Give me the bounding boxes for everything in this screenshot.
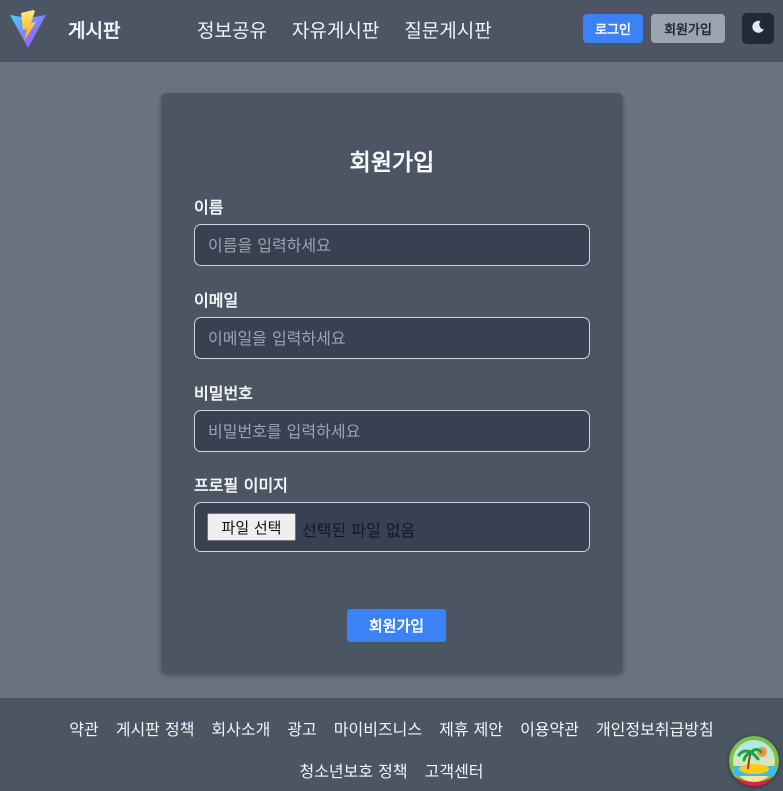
signup-submit-button[interactable]: 회원가입: [347, 609, 446, 642]
footer-link-terms[interactable]: 약관: [69, 716, 98, 740]
name-input[interactable]: [194, 224, 590, 266]
theme-toggle-button[interactable]: [742, 13, 774, 44]
file-select-button[interactable]: 파일 선택: [207, 513, 296, 541]
island-icon[interactable]: [729, 736, 779, 786]
footer-link-partnership[interactable]: 제휴 제안: [439, 716, 503, 740]
footer-link-youth-policy[interactable]: 청소년보호 정책: [299, 758, 407, 782]
site-header: 게시판 정보공유 자유게시판 질문게시판 로그인 회원가입: [0, 0, 783, 62]
login-button[interactable]: 로그인: [583, 14, 643, 43]
email-input[interactable]: [194, 317, 590, 359]
footer-link-support[interactable]: 고객센터: [425, 758, 484, 782]
name-label: 이름: [194, 198, 224, 217]
form-title: 회원가입: [349, 150, 435, 176]
signup-header-button[interactable]: 회원가입: [651, 14, 725, 43]
footer-link-privacy[interactable]: 개인정보취급방침: [596, 716, 714, 740]
file-status-text: 선택된 파일 없음: [302, 521, 416, 540]
site-footer: 약관 게시판 정책 회사소개 광고 마이비즈니스 제휴 제안 이용약관 개인정보…: [0, 698, 783, 791]
vite-logo-icon[interactable]: [9, 9, 47, 49]
password-input[interactable]: [194, 410, 590, 452]
footer-link-about[interactable]: 회사소개: [211, 716, 270, 740]
footer-link-ads[interactable]: 광고: [287, 716, 316, 740]
email-label: 이메일: [194, 291, 239, 310]
moon-icon: [751, 19, 765, 38]
nav-item-info-share[interactable]: 정보공유: [197, 16, 267, 43]
footer-links-row: 약관 게시판 정책 회사소개 광고 마이비즈니스 제휴 제안 이용약관 개인정보…: [0, 716, 783, 740]
profile-image-label: 프로필 이미지: [194, 476, 288, 495]
nav-item-free-board[interactable]: 자유게시판: [292, 16, 379, 43]
nav-item-question-board[interactable]: 질문게시판: [404, 16, 491, 43]
footer-link-board-policy[interactable]: 게시판 정책: [116, 716, 195, 740]
footer-links-row: 청소년보호 정책 고객센터: [0, 758, 783, 782]
footer-link-my-business[interactable]: 마이비즈니스: [334, 716, 422, 740]
brand-title[interactable]: 게시판: [68, 16, 120, 43]
signup-card: 회원가입 이름 이메일 비밀번호 프로필 이미지 파일 선택 선택된 파일 없음…: [161, 93, 623, 674]
footer-link-terms-of-use[interactable]: 이용약관: [520, 716, 579, 740]
profile-image-file-input[interactable]: 파일 선택 선택된 파일 없음: [194, 502, 590, 552]
password-label: 비밀번호: [194, 384, 253, 403]
main-nav: 정보공유 자유게시판 질문게시판: [197, 16, 492, 43]
